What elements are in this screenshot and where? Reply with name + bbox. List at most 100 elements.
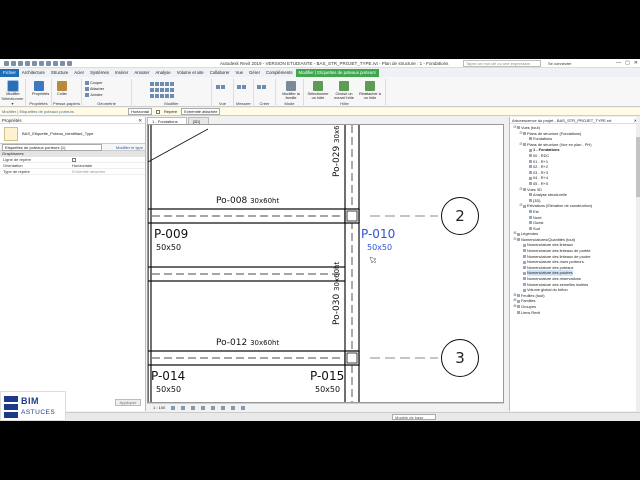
3d-view-icon[interactable] bbox=[60, 60, 65, 66]
view-tools[interactable] bbox=[216, 85, 225, 89]
minimize-button[interactable]: — bbox=[616, 60, 621, 66]
search-input[interactable]: Tapez un mot clé ou une expression bbox=[463, 60, 541, 67]
drawing-area[interactable]: Po-008 30x60ht P-009 50x50 P-010 50x50 P… bbox=[147, 124, 504, 403]
paste-button[interactable]: Coller bbox=[55, 81, 69, 101]
ribbon-group-select: Modifier Sélectionner ▾ bbox=[0, 79, 26, 107]
orientation-select[interactable]: Horizontal bbox=[127, 108, 152, 115]
create-tools[interactable] bbox=[257, 85, 266, 89]
pick-new-host-button[interactable]: Choisir un nouvel hôte bbox=[333, 81, 355, 101]
cursor-icon bbox=[8, 81, 18, 91]
tab-architecture[interactable]: Architecture bbox=[19, 69, 48, 77]
node-icon bbox=[529, 221, 532, 225]
cut-button[interactable]: Couper bbox=[85, 81, 102, 85]
scale-select[interactable]: 1 : 100 bbox=[153, 405, 165, 410]
measure-icon[interactable] bbox=[46, 60, 51, 66]
property-row: Type de repère Extrémité attachée bbox=[0, 169, 145, 175]
maximize-button[interactable]: ▢ bbox=[625, 60, 630, 66]
ribbon-group-measure: Mesurer bbox=[234, 79, 254, 107]
node-icon bbox=[523, 131, 526, 135]
open-icon[interactable] bbox=[11, 60, 16, 66]
edit-family-button[interactable]: Modifier la famille bbox=[282, 81, 300, 101]
show-crop-icon[interactable] bbox=[221, 405, 226, 410]
browser-scrollbar[interactable] bbox=[636, 117, 640, 411]
paste-icon bbox=[57, 81, 67, 91]
node-icon bbox=[529, 182, 532, 186]
attach-button[interactable]: Attacher bbox=[85, 87, 104, 91]
tab-manage[interactable]: Gérer bbox=[246, 69, 263, 77]
browser-node[interactable]: Liens Revit bbox=[510, 310, 640, 316]
redo-icon[interactable] bbox=[32, 60, 37, 66]
column-tag-p-014[interactable]: P-014 bbox=[151, 369, 185, 383]
column-tag-p-015[interactable]: P-015 bbox=[310, 369, 344, 383]
tab-annotate[interactable]: Annoter bbox=[131, 69, 152, 77]
properties-button[interactable]: Propriétés bbox=[32, 81, 49, 101]
tab-addins[interactable]: Compléments bbox=[263, 69, 296, 77]
edit-type-button[interactable]: Modifier le type bbox=[116, 145, 143, 150]
modify-tools-row-2[interactable] bbox=[150, 88, 174, 92]
section-icon[interactable] bbox=[67, 60, 72, 66]
grid-bubble-3[interactable]: 3 bbox=[441, 339, 479, 377]
ribbon-group-host: Sélectionner un hôte Choisir un nouvel h… bbox=[304, 79, 386, 107]
detail-level-icon[interactable] bbox=[171, 405, 176, 410]
reattach-host-button[interactable]: Réattacher à un hôte bbox=[359, 81, 381, 101]
node-icon bbox=[529, 176, 532, 180]
logo-mark bbox=[4, 396, 18, 418]
orientation-value[interactable]: Horizontale bbox=[70, 163, 145, 168]
ribbon-group-mode: Modifier la famille Mode bbox=[276, 79, 304, 107]
join-button[interactable]: Joindre bbox=[85, 93, 102, 97]
measure-tools[interactable] bbox=[237, 85, 246, 89]
tab-collaborate[interactable]: Collaborer bbox=[207, 69, 233, 77]
tab-view-3d[interactable]: {3D} bbox=[187, 117, 210, 124]
reveal-hidden-icon[interactable] bbox=[241, 405, 246, 410]
close-icon[interactable]: ✕ bbox=[138, 117, 142, 123]
tab-insert[interactable]: Insérer bbox=[112, 69, 131, 77]
app-menu-icon[interactable] bbox=[4, 60, 9, 66]
tab-massing-site[interactable]: Volume et site bbox=[174, 69, 207, 77]
instance-filter-select[interactable]: Etiquettes de poteaux porteurs (1) bbox=[2, 143, 102, 151]
bim-astuces-logo: BIM ASTUCES bbox=[0, 391, 66, 421]
model-select[interactable]: Modèle de base bbox=[392, 414, 436, 420]
beam-tag-po-030[interactable]: Po-030 30x60ht bbox=[332, 262, 342, 325]
tab-analyze[interactable]: Analyse bbox=[152, 69, 173, 77]
tab-structure[interactable]: Structure bbox=[48, 69, 71, 77]
node-icon bbox=[529, 193, 532, 197]
beam-tag-po-008[interactable]: Po-008 30x60ht bbox=[216, 196, 279, 206]
text-icon[interactable] bbox=[53, 60, 58, 66]
leader-type-value[interactable]: Extrémité attachée bbox=[70, 169, 145, 174]
column-tag-p-009[interactable]: P-009 bbox=[154, 227, 188, 241]
undo-icon[interactable] bbox=[25, 60, 30, 66]
close-button[interactable]: ✕ bbox=[634, 60, 638, 66]
visual-style-icon[interactable] bbox=[181, 405, 186, 410]
grid-bubble-2[interactable]: 2 bbox=[441, 197, 479, 235]
column-tag-p-010[interactable]: P-010 bbox=[361, 227, 395, 241]
beam-tag-po-029[interactable]: Po-029 30x60ht bbox=[332, 125, 342, 177]
tab-modify-context[interactable]: Modifier | Etiquettes de poteaux porteur… bbox=[295, 69, 379, 77]
save-icon[interactable] bbox=[18, 60, 23, 66]
modify-tools-row-1[interactable] bbox=[150, 82, 174, 86]
sun-path-icon[interactable] bbox=[191, 405, 196, 410]
shadows-icon[interactable] bbox=[201, 405, 206, 410]
print-icon[interactable] bbox=[39, 60, 44, 66]
type-selector[interactable]: BAS_Etiquette_Poteau_Identifiant_Type bbox=[0, 124, 145, 144]
select-host-button[interactable]: Sélectionner un hôte bbox=[307, 81, 329, 101]
scrollbar-thumb[interactable] bbox=[636, 137, 640, 197]
modify-tools-row-3[interactable] bbox=[150, 94, 174, 98]
apply-button[interactable]: Appliquer bbox=[115, 399, 141, 406]
leader-line-checkbox[interactable] bbox=[72, 158, 76, 162]
node-icon bbox=[523, 260, 526, 264]
tab-file[interactable]: Fichier bbox=[0, 69, 19, 77]
temporary-hide-icon[interactable] bbox=[231, 405, 236, 410]
leader-checkbox[interactable] bbox=[155, 109, 160, 114]
options-bar: Modifier | Etiquettes de poteaux porteur… bbox=[0, 108, 640, 116]
status-bar: Modèle de base bbox=[0, 412, 640, 421]
tab-view[interactable]: Vue bbox=[233, 69, 247, 77]
leader-type-select[interactable]: Extrémité attachée bbox=[181, 108, 221, 115]
tab-systems[interactable]: Systèmes bbox=[87, 69, 112, 77]
beam-tag-po-012[interactable]: Po-012 30x60ht bbox=[216, 338, 279, 348]
tab-view-foundations[interactable]: 1 - Fondations bbox=[147, 117, 187, 124]
attach-icon bbox=[85, 87, 89, 91]
node-icon bbox=[529, 171, 532, 175]
sign-in-link[interactable]: Se connecter bbox=[548, 61, 572, 66]
crop-view-icon[interactable] bbox=[211, 405, 216, 410]
tab-steel[interactable]: Acier bbox=[71, 69, 87, 77]
